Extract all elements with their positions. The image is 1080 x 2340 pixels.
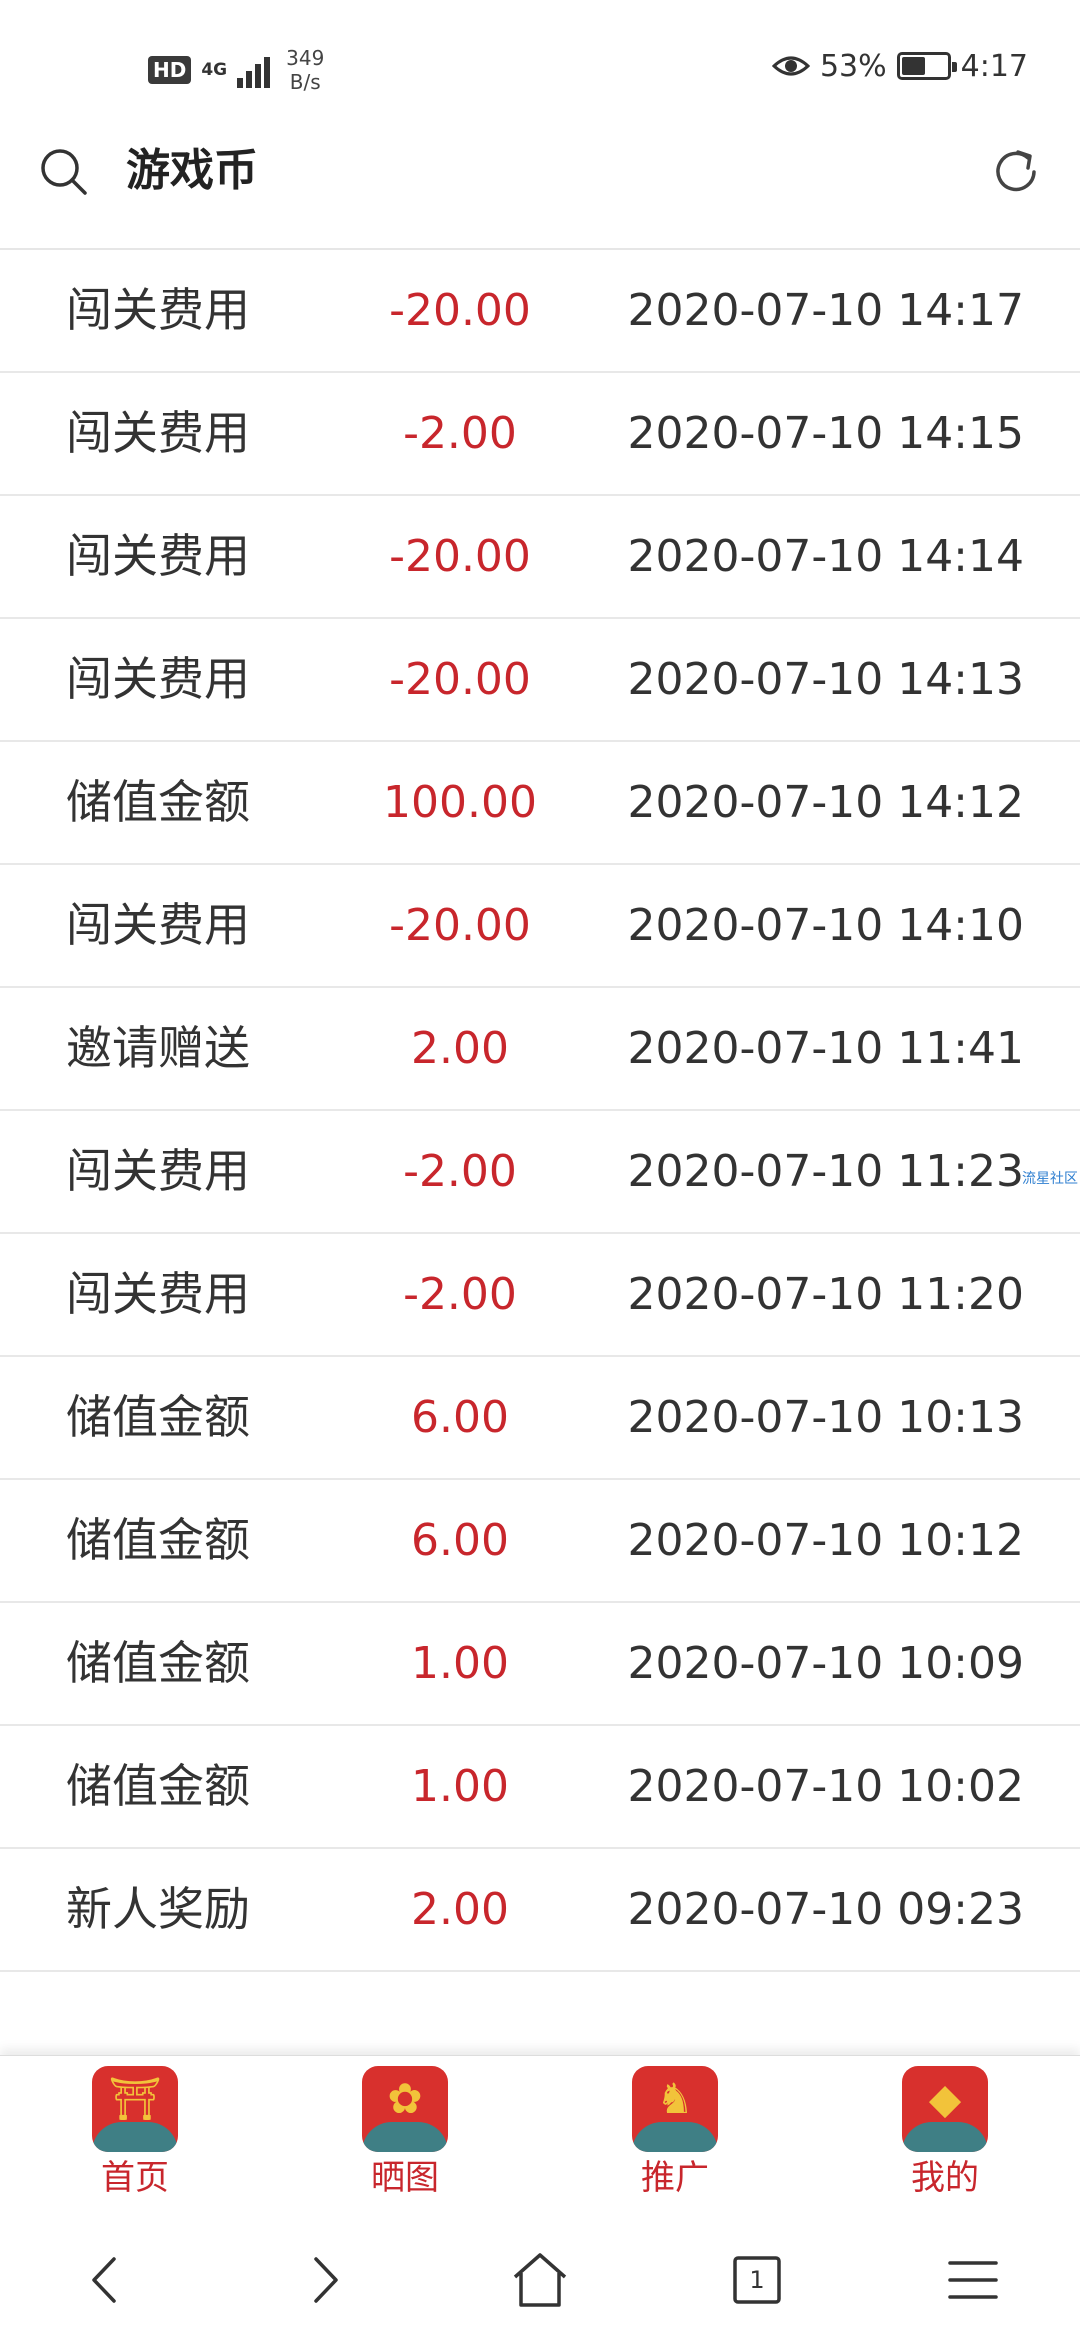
menu-icon[interactable]: [938, 2245, 1008, 2315]
transaction-type: 闯关费用: [66, 1267, 250, 1321]
transaction-time: 2020-07-10 14:17: [627, 285, 1025, 336]
refresh-icon[interactable]: [988, 144, 1044, 200]
status-right: 53% 4:17: [771, 44, 1028, 88]
transaction-type: 闯关费用: [66, 898, 250, 952]
tab-label: 我的: [911, 2158, 979, 2198]
signal-icon: [237, 52, 271, 88]
transaction-type: 储值金额: [66, 1513, 250, 1567]
bottom-tab-bar: ⛩ 首页 ✿ 晒图 ♞ 推广 ◆ 我的: [0, 2055, 1080, 2215]
table-row: 储值金额 6.00 2020-07-10 10:12: [0, 1480, 1080, 1603]
transaction-type: 邀请赠送: [66, 1021, 250, 1075]
battery-fill: [901, 57, 925, 75]
table-row: 新人奖励 2.00 2020-07-10 09:23: [0, 1849, 1080, 1972]
home-gate-icon: ⛩: [92, 2066, 178, 2152]
tab-show-photos[interactable]: ✿ 晒图: [315, 2066, 495, 2216]
table-row: 储值金额 1.00 2020-07-10 10:02: [0, 1726, 1080, 1849]
back-icon[interactable]: [72, 2245, 142, 2315]
transaction-type: 闯关费用: [66, 652, 250, 706]
battery-icon: [896, 52, 957, 80]
transaction-time: 2020-07-10 10:12: [627, 1515, 1025, 1566]
table-row: 储值金额 1.00 2020-07-10 10:09: [0, 1603, 1080, 1726]
table-row: 闯关费用 -2.00 2020-07-10 14:15: [0, 373, 1080, 496]
table-row: 闯关费用 -20.00 2020-07-10 14:14: [0, 496, 1080, 619]
tabs-button[interactable]: 1: [722, 2245, 792, 2315]
battery-percent: 53%: [819, 48, 887, 84]
tab-count: 1: [749, 2266, 765, 2294]
table-row: 闯关费用 -20.00 2020-07-10 14:17: [0, 250, 1080, 373]
transaction-amount: 2.00: [411, 1884, 509, 1935]
transaction-type: 闯关费用: [66, 1144, 250, 1198]
transaction-time: 2020-07-10 14:13: [627, 654, 1025, 705]
transaction-amount: -2.00: [403, 1146, 517, 1197]
transaction-time: 2020-07-10 14:10: [627, 900, 1025, 951]
transaction-amount: 100.00: [383, 777, 537, 828]
transaction-amount: -2.00: [403, 1269, 517, 1320]
speed-unit: B/s: [289, 70, 321, 94]
home-icon[interactable]: [505, 2245, 575, 2315]
transaction-time: 2020-07-10 14:14: [627, 531, 1025, 582]
hd-badge: HD: [148, 56, 192, 84]
eye-comfort-icon: [771, 56, 810, 76]
table-row: 闯关费用 -2.00 2020-07-10 11:23: [0, 1111, 1080, 1234]
table-row: 闯关费用 -2.00 2020-07-10 11:20: [0, 1234, 1080, 1357]
transaction-time: 2020-07-10 11:41: [627, 1023, 1025, 1074]
tab-label: 晒图: [371, 2158, 439, 2198]
transaction-time: 2020-07-10 11:20: [627, 1269, 1025, 1320]
table-row: 储值金额 100.00 2020-07-10 14:12: [0, 742, 1080, 865]
tab-mine[interactable]: ◆ 我的: [855, 2066, 1035, 2216]
transaction-type: 储值金额: [66, 1390, 250, 1444]
clock: 4:17: [960, 48, 1028, 84]
transaction-amount: 2.00: [411, 1023, 509, 1074]
tab-label: 推广: [641, 2158, 709, 2198]
status-bar: HD 4G 349 B/s 53% 4:17: [0, 0, 1080, 135]
table-row: 储值金额 6.00 2020-07-10 10:13: [0, 1357, 1080, 1480]
transaction-time: 2020-07-10 10:09: [627, 1638, 1025, 1689]
tab-promote[interactable]: ♞ 推广: [585, 2066, 765, 2216]
network-type: 4G: [201, 59, 228, 80]
transaction-amount: 6.00: [411, 1392, 509, 1443]
flower-icon: ✿: [362, 2066, 448, 2152]
tab-home[interactable]: ⛩ 首页: [45, 2066, 225, 2216]
transaction-type: 新人奖励: [66, 1882, 250, 1936]
mouse-icon: ♞: [632, 2066, 718, 2152]
transaction-list: 闯关费用 -20.00 2020-07-10 14:17 闯关费用 -2.00 …: [0, 250, 1080, 1972]
transaction-type: 闯关费用: [66, 283, 250, 337]
search-icon[interactable]: [38, 146, 90, 198]
forward-icon[interactable]: [288, 2245, 358, 2315]
transaction-type: 闯关费用: [66, 529, 250, 583]
transaction-amount: -20.00: [389, 900, 531, 951]
page-title: 游戏币: [126, 145, 258, 196]
table-row: 闯关费用 -20.00 2020-07-10 14:10: [0, 865, 1080, 988]
gold-ingot-icon: ◆: [902, 2066, 988, 2152]
transaction-time: 2020-07-10 10:13: [627, 1392, 1025, 1443]
transaction-time: 2020-07-10 14:15: [627, 408, 1025, 459]
transaction-amount: 1.00: [411, 1761, 509, 1812]
table-row: 闯关费用 -20.00 2020-07-10 14:13: [0, 619, 1080, 742]
transaction-time: 2020-07-10 11:23: [627, 1146, 1025, 1197]
transaction-amount: -20.00: [389, 285, 531, 336]
transaction-type: 储值金额: [66, 1636, 250, 1690]
speed-value: 349: [286, 46, 325, 70]
browser-nav-bar: 1: [0, 2215, 1080, 2340]
app-header: 游戏币: [0, 120, 1080, 250]
transaction-time: 2020-07-10 14:12: [627, 777, 1025, 828]
transaction-amount: 6.00: [411, 1515, 509, 1566]
transaction-amount: -20.00: [389, 531, 531, 582]
transaction-time: 2020-07-10 10:02: [627, 1761, 1025, 1812]
transaction-type: 储值金额: [66, 775, 250, 829]
table-row: 邀请赠送 2.00 2020-07-10 11:41: [0, 988, 1080, 1111]
transaction-amount: 1.00: [411, 1638, 509, 1689]
transaction-amount: -20.00: [389, 654, 531, 705]
watermark-text: 流星社区: [1022, 1171, 1078, 1187]
network-speed: 349 B/s: [286, 46, 324, 94]
transaction-type: 闯关费用: [66, 406, 250, 460]
status-left: HD 4G 349 B/s: [148, 40, 324, 100]
transaction-amount: -2.00: [403, 408, 517, 459]
tab-label: 首页: [101, 2158, 169, 2198]
transaction-type: 储值金额: [66, 1759, 250, 1813]
transaction-time: 2020-07-10 09:23: [627, 1884, 1025, 1935]
